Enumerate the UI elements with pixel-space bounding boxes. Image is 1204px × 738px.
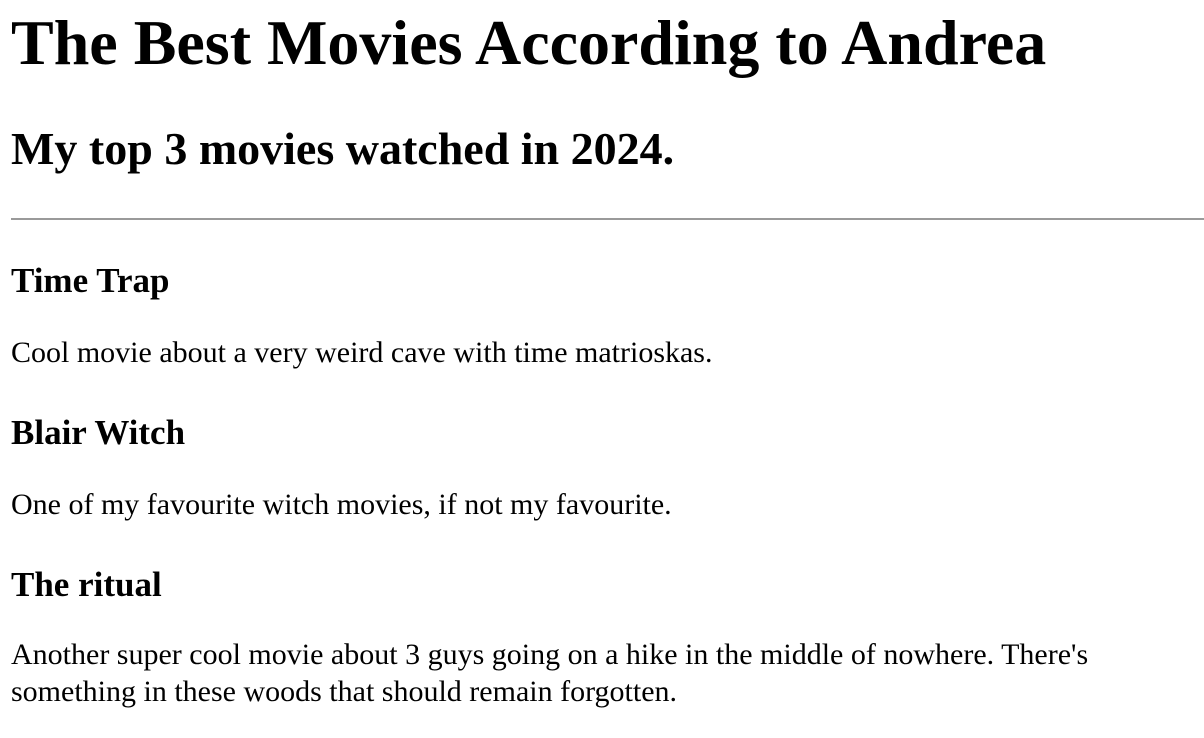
divider (11, 218, 1204, 220)
movie-title: The ritual (11, 565, 162, 604)
movie-list: Time Trap Cool movie about a very weird … (11, 263, 1193, 710)
movie-entry-the-ritual: The ritual Another super cool movie abou… (11, 567, 1193, 710)
page-title: The Best Movies According to Andrea (11, 7, 1047, 78)
movie-entry-time-trap: Time Trap Cool movie about a very weird … (11, 263, 1193, 371)
movie-description: One of my favourite witch movies, if not… (11, 488, 672, 521)
movie-title: Blair Witch (11, 413, 186, 452)
movie-entry-blair-witch: Blair Witch One of my favourite witch mo… (11, 415, 1193, 523)
movie-title: Time Trap (11, 261, 170, 300)
page-subtitle: My top 3 movies watched in 2024. (11, 123, 675, 174)
movie-description: Cool movie about a very weird cave with … (11, 336, 713, 369)
movie-description: Another super cool movie about 3 guys go… (11, 638, 1089, 708)
